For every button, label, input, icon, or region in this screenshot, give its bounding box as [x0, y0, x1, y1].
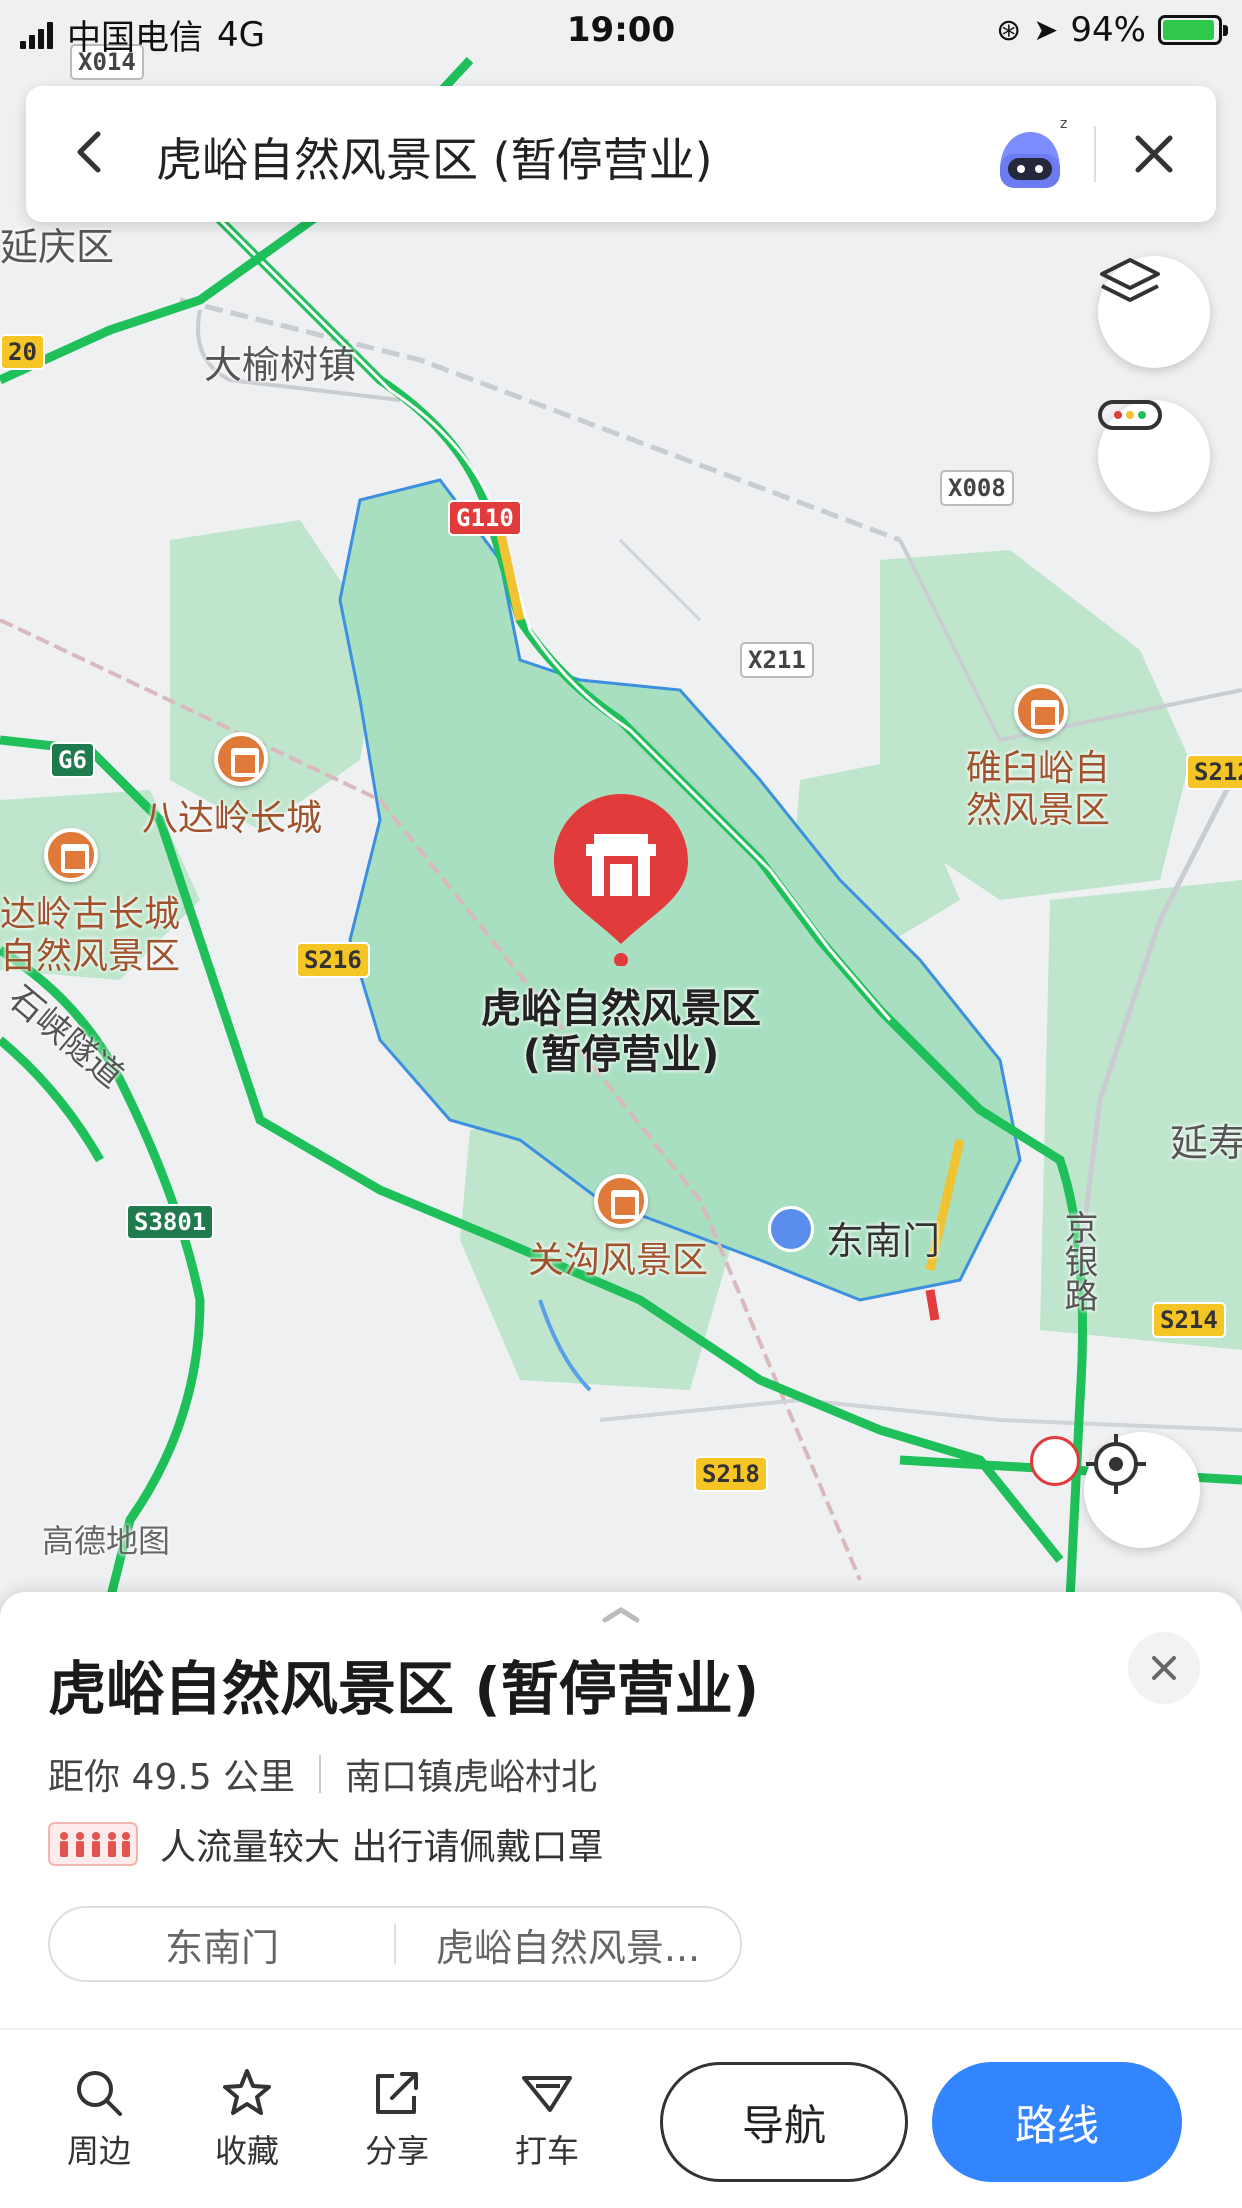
distance-text: 距你 49.5 公里	[48, 1757, 296, 1798]
road-badge-g6: G6	[50, 742, 95, 778]
crowd-notice: 人流量较大 出行请佩戴口罩	[48, 1818, 603, 1870]
sheet-close-button[interactable]	[1128, 1632, 1200, 1704]
crowd-icon	[48, 1822, 138, 1866]
selected-place-label[interactable]: 虎峪自然风景区 (暂停营业)	[468, 986, 774, 1078]
place-meta: 距你 49.5 公里 南口镇虎峪村北	[48, 1748, 597, 1800]
favorite-button[interactable]: 收藏	[192, 2066, 302, 2172]
layers-icon	[1100, 258, 1160, 302]
poi-icon-guangou[interactable]	[594, 1174, 648, 1228]
robot-assistant-icon: z	[1000, 116, 1067, 188]
place-label-yanqing: 延庆区	[0, 225, 115, 269]
locate-me-button[interactable]	[1084, 1432, 1200, 1548]
road-badge-20: 20	[0, 334, 45, 370]
voice-assistant-button[interactable]: z	[986, 114, 1076, 194]
poi-label-badaling[interactable]: 八达岭长城	[142, 798, 322, 840]
crowd-notice-text: 人流量较大 出行请佩戴口罩	[160, 1827, 604, 1868]
poi-label-duijiuyu[interactable]: 碓臼峪自 然风景区	[966, 748, 1110, 832]
taxi-button[interactable]: 打车	[492, 2066, 602, 2172]
road-badge-s214: S214	[1152, 1302, 1226, 1338]
taxi-label: 打车	[514, 2132, 579, 2170]
toolbar-divider	[0, 2028, 1242, 2030]
traffic-light-icon	[1098, 400, 1162, 430]
layers-button[interactable]	[1098, 256, 1210, 368]
search-bar[interactable]: 虎峪自然风景区 (暂停营业) z	[26, 86, 1216, 222]
nearby-button[interactable]: 周边	[44, 2066, 154, 2172]
place-label-dayushu: 大榆树镇	[204, 343, 357, 387]
map-view[interactable]: 延庆区 大榆树镇 延寿 高德地图 京银路 石峡隧道 X014 G110 X008…	[0, 0, 1242, 1600]
poi-label-southeast-gate[interactable]: 东南门	[826, 1210, 940, 1265]
route-button[interactable]: 路线	[932, 2062, 1182, 2182]
meta-divider	[319, 1755, 322, 1793]
nearby-label: 周边	[66, 2132, 131, 2170]
locate-icon	[1086, 1434, 1146, 1494]
poi-label-badaling-ancient[interactable]: 达岭古长城 自然风景区	[0, 894, 180, 978]
back-button[interactable]	[60, 122, 120, 182]
gate-icon[interactable]	[768, 1206, 814, 1252]
star-icon	[223, 2069, 271, 2115]
map-watermark: 高德地图	[42, 1522, 171, 1560]
location-arrow-icon: ➤	[1033, 12, 1059, 48]
selected-place-marker[interactable]	[554, 794, 688, 966]
place-title: 虎峪自然风景区 (暂停营业)	[48, 1655, 760, 1723]
navigate-button[interactable]: 导航	[660, 2062, 908, 2182]
share-label: 分享	[364, 2132, 429, 2170]
chevron-left-icon	[77, 131, 101, 173]
svg-text:z: z	[1060, 116, 1067, 132]
poi-icon-badaling[interactable]	[214, 732, 268, 786]
close-search-button[interactable]	[1126, 126, 1182, 182]
road-badge-s218: S218	[694, 1456, 768, 1492]
share-icon	[376, 2072, 418, 2114]
poi-label-guangou[interactable]: 关沟风景区	[528, 1240, 708, 1282]
taxi-icon	[522, 2076, 572, 2112]
road-badge-s3801: S3801	[126, 1204, 215, 1240]
place-detail-sheet[interactable]: 虎峪自然风景区 (暂停营业) 距你 49.5 公里 南口镇虎峪村北 人流量较大 …	[0, 1592, 1242, 2208]
scenic-gate-icon	[554, 794, 688, 966]
close-icon	[1152, 1656, 1176, 1680]
poi-icon-duijiuyu[interactable]	[1014, 684, 1068, 738]
road-badge-s212: S212	[1186, 754, 1242, 790]
status-bar: 中国电信 4G 19:00 ⊛ ➤ 94%	[0, 0, 1242, 62]
search-icon	[77, 2071, 122, 2116]
traffic-toggle-button[interactable]	[1098, 400, 1210, 512]
chip-southeast-gate[interactable]: 东南门	[50, 1917, 394, 1972]
road-label-jingyin: 京银路	[1058, 1210, 1098, 1312]
construction-icon[interactable]	[1030, 1436, 1080, 1486]
battery-percent: 94%	[1070, 10, 1146, 50]
chip-main-entrance[interactable]: 虎峪自然风景...	[396, 1917, 740, 1972]
poi-icon-badaling-ancient[interactable]	[44, 828, 98, 882]
road-badge-g110: G110	[448, 500, 522, 536]
share-button[interactable]: 分享	[342, 2066, 452, 2172]
address-text: 南口镇虎峪村北	[345, 1757, 598, 1798]
favorite-label: 收藏	[214, 2132, 279, 2170]
battery-icon	[1158, 15, 1228, 45]
search-divider	[1094, 126, 1096, 182]
road-badge-s216: S216	[296, 942, 370, 978]
road-badge-x211: X211	[740, 642, 814, 678]
entrance-chips: 东南门 虎峪自然风景...	[48, 1906, 742, 1982]
place-label-yanshou: 延寿	[1170, 1121, 1242, 1165]
close-icon	[1135, 135, 1173, 173]
sheet-handle-icon[interactable]	[601, 1604, 641, 1624]
orientation-lock-icon: ⊛	[996, 12, 1022, 48]
search-query[interactable]: 虎峪自然风景区 (暂停营业)	[156, 124, 713, 190]
road-badge-x008: X008	[940, 470, 1014, 506]
